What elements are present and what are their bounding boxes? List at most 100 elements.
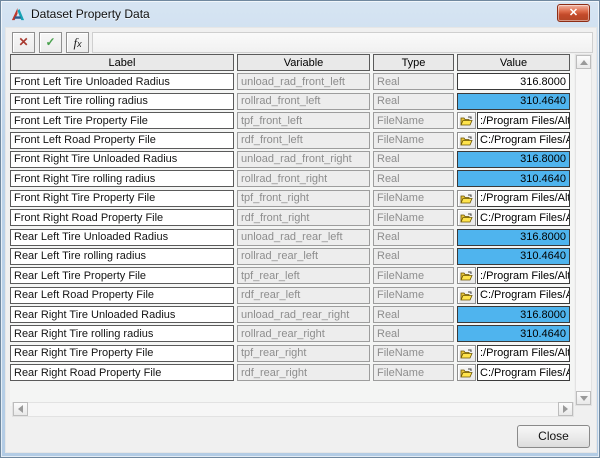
open-folder-icon — [460, 193, 473, 204]
row-value-field[interactable]: 316.8000 — [457, 151, 570, 168]
scroll-up-button[interactable] — [576, 55, 591, 69]
window-close-button[interactable]: ✕ — [557, 4, 590, 22]
row-type-field: Real — [373, 170, 454, 187]
row-value-file-cell: :/Program Files/Altair/1 — [457, 345, 570, 362]
row-label-field[interactable]: Rear Right Road Property File — [10, 364, 234, 381]
row-type-field: FileName — [373, 209, 454, 226]
delete-icon: ✕ — [18, 35, 28, 49]
row-variable-field: tpf_rear_right — [237, 345, 370, 362]
row-value-field[interactable]: 310.4640 — [457, 93, 570, 110]
open-folder-button[interactable] — [457, 364, 476, 381]
open-folder-button[interactable] — [457, 209, 476, 226]
row-variable-field: rollrad_front_right — [237, 170, 370, 187]
row-value-file-cell: :/Program Files/Altair/1 — [457, 112, 570, 129]
row-variable-field: tpf_rear_left — [237, 267, 370, 284]
row-type-field: Real — [373, 73, 454, 90]
row-variable-field: unload_rad_front_right — [237, 151, 370, 168]
open-folder-button[interactable] — [457, 345, 476, 362]
row-type-field: Real — [373, 248, 454, 265]
row-variable-field: tpf_front_right — [237, 190, 370, 207]
row-type-field: Real — [373, 93, 454, 110]
open-folder-icon — [460, 115, 473, 126]
open-folder-button[interactable] — [457, 287, 476, 304]
scroll-right-button[interactable] — [558, 402, 573, 416]
row-label-field[interactable]: Front Left Tire Property File — [10, 112, 234, 129]
row-value-file-cell: C:/Program Files/Altair — [457, 287, 570, 304]
row-label-field[interactable]: Rear Left Tire rolling radius — [10, 248, 234, 265]
dataset-property-dialog: Dataset Property Data ✕ ✕ ✓ fx Label Var… — [0, 0, 600, 458]
row-label-field[interactable]: Front Right Road Property File — [10, 209, 234, 226]
scroll-left-button[interactable] — [13, 402, 28, 416]
row-type-field: Real — [373, 229, 454, 246]
row-variable-field: unload_rad_rear_right — [237, 306, 370, 323]
row-value-field[interactable]: 310.4640 — [457, 248, 570, 265]
file-path-field[interactable]: C:/Program Files/Altair — [477, 364, 570, 381]
row-type-field: FileName — [373, 364, 454, 381]
row-variable-field: unload_rad_front_left — [237, 73, 370, 90]
row-label-field[interactable]: Rear Right Tire rolling radius — [10, 325, 234, 342]
open-folder-icon — [460, 290, 473, 301]
file-path-field[interactable]: C:/Program Files/Altair — [477, 209, 570, 226]
row-type-field: FileName — [373, 132, 454, 149]
row-label-field[interactable]: Rear Right Tire Property File — [10, 345, 234, 362]
property-grid: Label Variable Type Value Front Left Tir… — [10, 54, 570, 381]
row-variable-field: rollrad_front_left — [237, 93, 370, 110]
row-type-field: FileName — [373, 267, 454, 284]
file-path-field[interactable]: :/Program Files/Altair/1 — [477, 190, 570, 207]
row-label-field[interactable]: Rear Left Tire Unloaded Radius — [10, 229, 234, 246]
row-label-field[interactable]: Front Right Tire Unloaded Radius — [10, 151, 234, 168]
column-header-variable: Variable — [237, 54, 370, 71]
close-button[interactable]: Close — [517, 425, 590, 448]
title-bar[interactable]: Dataset Property Data ✕ — [1, 1, 599, 27]
row-value-file-cell: C:/Program Files/Altair — [457, 132, 570, 149]
toolbar-strip — [92, 32, 593, 53]
row-value-file-cell: C:/Program Files/Altair — [457, 364, 570, 381]
row-type-field: Real — [373, 325, 454, 342]
file-path-field[interactable]: :/Program Files/Altair/1 — [477, 267, 570, 284]
row-label-field[interactable]: Front Left Tire Unloaded Radius — [10, 73, 234, 90]
file-path-field[interactable]: C:/Program Files/Altair — [477, 287, 570, 304]
open-folder-icon — [460, 270, 473, 281]
right-arrow-icon — [563, 405, 568, 413]
open-folder-button[interactable] — [457, 132, 476, 149]
expression-builder-button[interactable]: fx — [66, 32, 89, 53]
check-icon: ✓ — [45, 35, 55, 49]
row-value-field[interactable]: 316.8000 — [457, 229, 570, 246]
row-variable-field: rollrad_rear_left — [237, 248, 370, 265]
column-header-type: Type — [373, 54, 454, 71]
row-label-field[interactable]: Rear Left Road Property File — [10, 287, 234, 304]
delete-button[interactable]: ✕ — [12, 32, 35, 53]
row-value-field[interactable]: 316.8000 — [457, 306, 570, 323]
open-folder-icon — [460, 212, 473, 223]
open-folder-button[interactable] — [457, 112, 476, 129]
row-value-file-cell: :/Program Files/Altair/1 — [457, 190, 570, 207]
row-type-field: Real — [373, 306, 454, 323]
row-type-field: FileName — [373, 190, 454, 207]
row-label-field[interactable]: Front Left Tire rolling radius — [10, 93, 234, 110]
row-label-field[interactable]: Rear Left Tire Property File — [10, 267, 234, 284]
row-value-field[interactable]: 316.8000 — [457, 73, 570, 90]
file-path-field[interactable]: C:/Program Files/Altair — [477, 132, 570, 149]
scroll-down-button[interactable] — [576, 391, 591, 405]
row-variable-field: rdf_front_right — [237, 209, 370, 226]
row-label-field[interactable]: Front Right Tire Property File — [10, 190, 234, 207]
vertical-scrollbar[interactable] — [575, 54, 592, 406]
row-label-field[interactable]: Front Right Tire rolling radius — [10, 170, 234, 187]
row-label-field[interactable]: Front Left Road Property File — [10, 132, 234, 149]
row-variable-field: rdf_rear_right — [237, 364, 370, 381]
row-value-field[interactable]: 310.4640 — [457, 170, 570, 187]
altair-app-icon — [10, 7, 25, 22]
file-path-field[interactable]: :/Program Files/Altair/1 — [477, 112, 570, 129]
open-folder-button[interactable] — [457, 190, 476, 207]
row-variable-field: rdf_front_left — [237, 132, 370, 149]
row-value-field[interactable]: 310.4640 — [457, 325, 570, 342]
row-type-field: Real — [373, 151, 454, 168]
file-path-field[interactable]: :/Program Files/Altair/1 — [477, 345, 570, 362]
left-arrow-icon — [18, 405, 23, 413]
accept-button[interactable]: ✓ — [39, 32, 62, 53]
row-label-field[interactable]: Rear Right Tire Unloaded Radius — [10, 306, 234, 323]
down-arrow-icon — [580, 396, 588, 401]
row-variable-field: rollrad_rear_right — [237, 325, 370, 342]
horizontal-scrollbar[interactable] — [12, 402, 574, 417]
open-folder-button[interactable] — [457, 267, 476, 284]
